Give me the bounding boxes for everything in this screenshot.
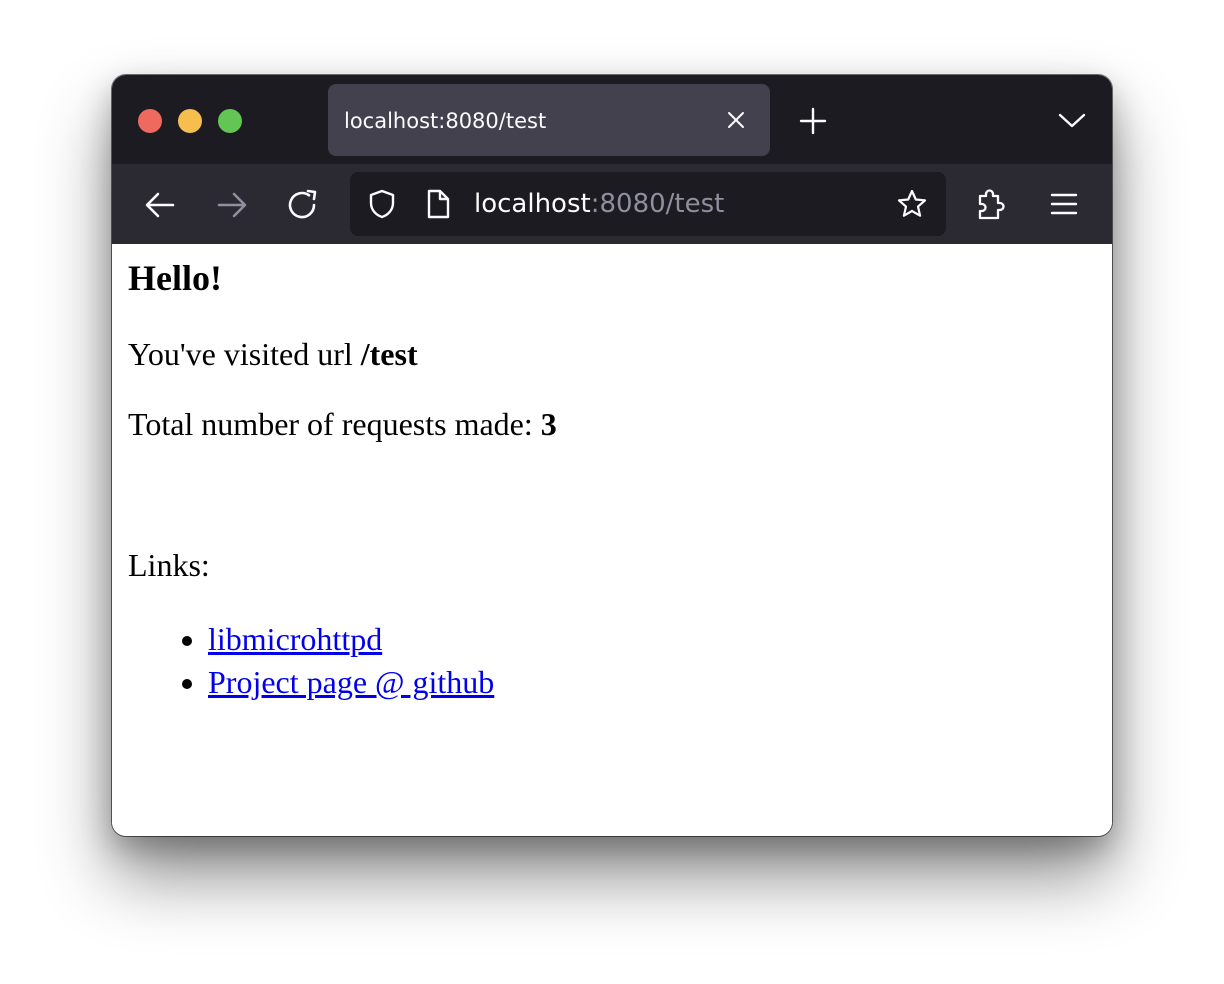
- extensions-button[interactable]: [974, 186, 1010, 222]
- minimize-window-button[interactable]: [178, 109, 202, 133]
- site-info-button[interactable]: [422, 188, 454, 220]
- back-button[interactable]: [143, 188, 177, 222]
- link-project-page-github[interactable]: Project page @ github: [208, 664, 494, 700]
- puzzle-icon: [978, 189, 1005, 220]
- page-heading: Hello!: [128, 258, 222, 298]
- links-list: libmicrohttpd Project page @ github: [128, 618, 494, 704]
- request-count-value: 3: [540, 406, 557, 442]
- page-icon: [427, 189, 450, 219]
- plus-icon: [799, 107, 827, 135]
- visited-url-label: You've visited url: [128, 336, 361, 372]
- request-count-label: Total number of requests made:: [128, 406, 541, 442]
- list-all-tabs-button[interactable]: [1056, 108, 1088, 132]
- request-count-line: Total number of requests made: 3: [128, 404, 557, 444]
- shield-icon: [369, 189, 395, 219]
- bookmark-button[interactable]: [896, 188, 928, 220]
- list-item: libmicrohttpd: [208, 618, 494, 661]
- new-tab-button[interactable]: [798, 106, 828, 136]
- visited-url-line: You've visited url /test: [128, 334, 418, 374]
- arrow-left-icon: [145, 192, 175, 218]
- hamburger-menu-icon: [1050, 193, 1078, 215]
- chevron-down-icon: [1058, 113, 1086, 128]
- links-label: Links:: [128, 547, 210, 583]
- tab-title: localhost:8080/test: [344, 109, 547, 133]
- link-libmicrohttpd[interactable]: libmicrohttpd: [208, 621, 382, 657]
- browser-window: localhost:8080/test localhost:8080/test …: [112, 75, 1112, 836]
- close-window-button[interactable]: [138, 109, 162, 133]
- list-item: Project page @ github: [208, 661, 494, 704]
- navigation-toolbar: localhost:8080/test: [112, 164, 1112, 244]
- tab-strip: localhost:8080/test: [112, 75, 1112, 164]
- star-icon: [897, 189, 927, 217]
- maximize-window-button[interactable]: [218, 109, 242, 133]
- reload-button[interactable]: [287, 188, 321, 222]
- url-bar[interactable]: localhost:8080/test: [350, 172, 946, 236]
- reload-icon: [288, 189, 317, 219]
- close-icon[interactable]: [724, 108, 748, 132]
- forward-button[interactable]: [215, 188, 249, 222]
- application-menu-button[interactable]: [1046, 186, 1082, 222]
- url-path: :8080/test: [590, 189, 725, 219]
- url-text[interactable]: localhost:8080/test: [474, 189, 724, 219]
- page-content: Hello! You've visited url /test Total nu…: [112, 244, 1112, 836]
- arrow-right-icon: [217, 192, 247, 218]
- tab-active[interactable]: localhost:8080/test: [328, 84, 770, 156]
- visited-url-value: /test: [360, 336, 418, 372]
- tracking-protection-button[interactable]: [366, 188, 398, 220]
- url-host: localhost: [474, 189, 591, 219]
